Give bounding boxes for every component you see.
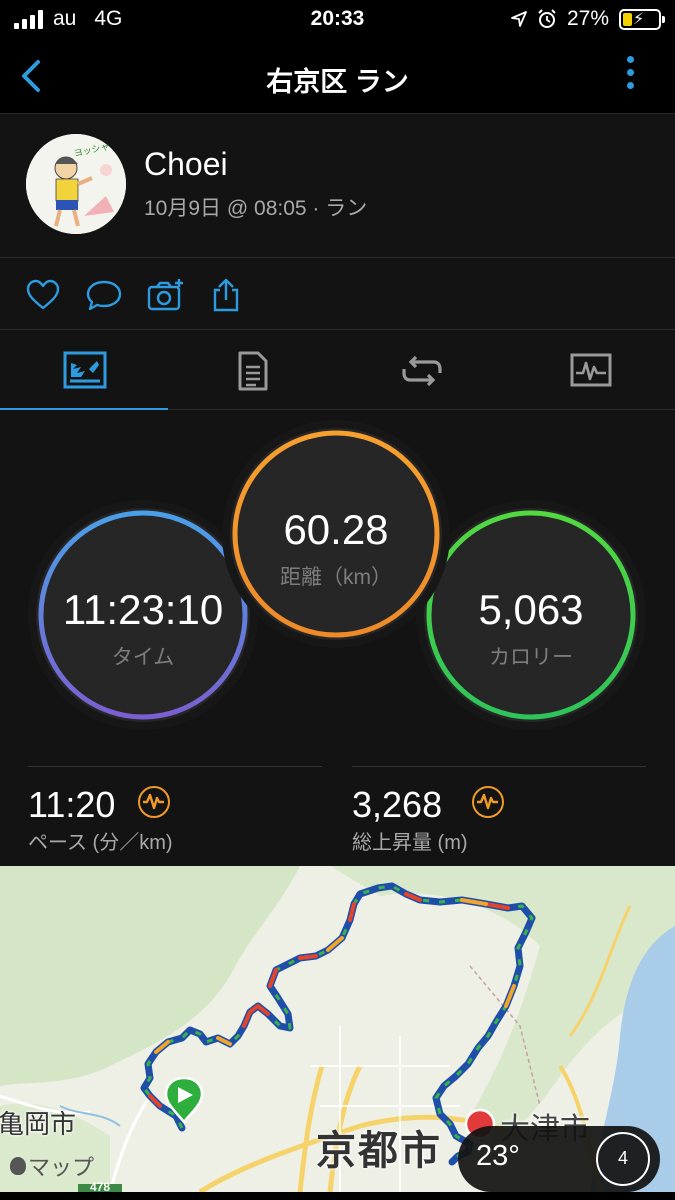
tab-charts[interactable]: [506, 330, 674, 410]
page-title: 右京区 ラン: [266, 67, 409, 97]
stats-panel: 11:23:10 タイム 5,063 カロリー 60.28 距離（km） 11:…: [0, 410, 675, 866]
tab-laps[interactable]: [337, 330, 505, 410]
calories-ring: 5,063 カロリー: [424, 508, 638, 722]
time-value: 11:23:10: [62, 586, 224, 633]
ascent-label: 総上昇量 (m): [352, 832, 468, 854]
ascent-stat: 3,268 総上昇量 (m): [352, 766, 646, 856]
city-label-kameoka: 亀岡市: [0, 1109, 77, 1139]
location-arrow-icon: [511, 11, 527, 27]
tab-stats[interactable]: [169, 330, 337, 410]
route-shield: 478: [89, 1180, 111, 1192]
apple-logo-icon: [10, 1157, 26, 1175]
activity-header: ヨッシャー! Choei 10月9日 @ 08:05 · ラン: [0, 114, 675, 258]
share-icon[interactable]: [208, 278, 244, 312]
add-photo-icon[interactable]: [147, 278, 185, 312]
weather-dial-icon: 4: [596, 1132, 650, 1186]
nav-bar: 右京区 ラン: [0, 40, 675, 114]
pace-chart-icon[interactable]: [138, 786, 170, 818]
weather-dial-value: 4: [617, 1148, 628, 1168]
apple-maps-attribution: マップ: [10, 1150, 94, 1182]
pace-label: ペース (分／km): [28, 832, 173, 854]
bottom-edge: [0, 1192, 675, 1200]
ascent-chart-icon[interactable]: [472, 786, 504, 818]
weather-temperature: 23°: [476, 1140, 520, 1172]
distance-ring: 60.28 距離（km）: [230, 428, 442, 640]
battery-icon: ⚡: [619, 8, 665, 30]
activity-meta: 10月9日 @ 08:05 · ラン: [144, 197, 368, 220]
comment-icon[interactable]: [86, 278, 122, 312]
weather-badge[interactable]: 23° 4: [458, 1126, 660, 1192]
like-icon[interactable]: [25, 278, 61, 312]
status-bar: au 4G 20:33 27% ⚡: [0, 0, 675, 40]
distance-label: 距離（km）: [280, 566, 392, 589]
calories-value: 5,063: [478, 586, 584, 633]
stats-tab-icon: [238, 351, 268, 391]
pace-stat: 11:20 ペース (分／km): [28, 766, 322, 856]
charts-tab-icon: [570, 353, 612, 387]
user-name: Choei: [144, 146, 228, 182]
action-bar: [0, 258, 675, 330]
city-label-kyoto: 京都市: [316, 1129, 442, 1173]
laps-tab-icon: [402, 355, 442, 387]
time-label: タイム: [111, 646, 175, 669]
overview-tab-icon: [63, 351, 107, 389]
calories-label: カロリー: [489, 646, 573, 669]
maps-attribution-text: マップ: [28, 1155, 95, 1180]
ascent-value: 3,268: [352, 784, 443, 825]
time-ring: 11:23:10 タイム: [36, 508, 250, 722]
more-options-icon[interactable]: [627, 56, 637, 100]
alarm-icon: [538, 9, 556, 28]
tab-bar: [0, 330, 675, 411]
tab-overview[interactable]: [0, 330, 168, 411]
distance-value: 60.28: [283, 506, 389, 553]
pace-value: 11:20: [28, 784, 116, 825]
battery-percent: 27%: [566, 7, 609, 30]
avatar[interactable]: ヨッシャー!: [26, 134, 126, 234]
